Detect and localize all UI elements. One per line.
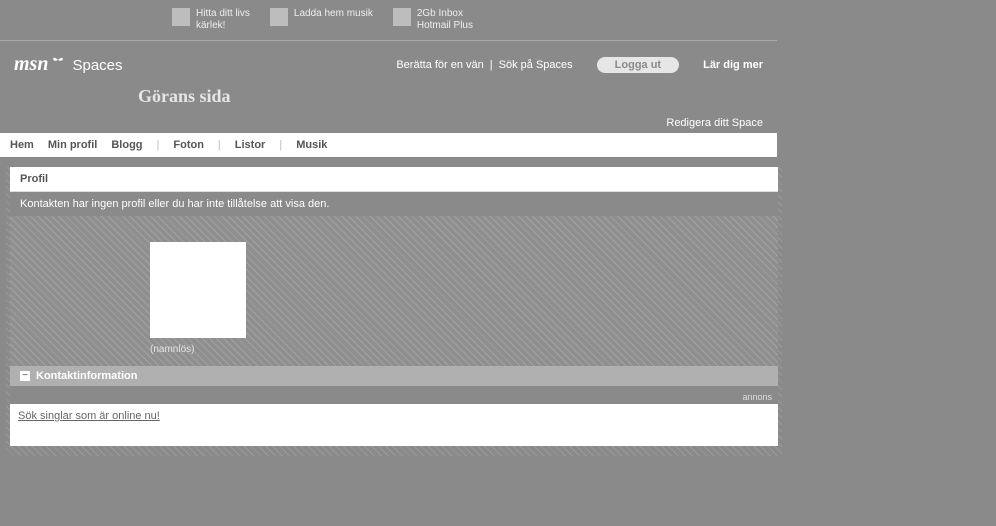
separator: | <box>490 59 493 71</box>
learn-more-link[interactable]: Lär dig mer <box>703 59 763 71</box>
profile-panel: Profil Kontakten har ingen profil eller … <box>10 167 778 366</box>
search-spaces-link[interactable]: Sök på Spaces <box>499 59 573 71</box>
promo-text: 2Gb Inbox <box>417 8 463 19</box>
edit-space-row: Redigera ditt Space <box>0 113 777 133</box>
contact-info-title: Kontaktinformation <box>36 370 137 382</box>
nav-profile[interactable]: Min profil <box>48 139 98 151</box>
ad-link[interactable]: Sök singlar som är online nu! <box>18 410 160 422</box>
nav-separator: | <box>218 139 221 151</box>
promo-bar: Hitta ditt livs kärlek! Ladda hem musik … <box>0 0 777 41</box>
music-icon <box>270 8 288 26</box>
profile-body: (namnlös) <box>10 216 778 366</box>
logo-msn: msn <box>14 53 48 76</box>
content-area: Profil Kontakten har ingen profil eller … <box>6 167 782 456</box>
nav-photos[interactable]: Foton <box>173 139 204 151</box>
navbar: Hem Min profil Blogg | Foton | Listor | … <box>0 133 777 157</box>
butterfly-icon <box>52 50 64 62</box>
nav-home[interactable]: Hem <box>10 139 34 151</box>
profile-panel-message: Kontakten har ingen profil eller du har … <box>10 192 778 216</box>
profile-panel-title: Profil <box>10 167 778 192</box>
promo-text: Hotmail Plus <box>417 20 473 31</box>
promo-text: Hitta ditt livs <box>196 8 250 19</box>
nav-music[interactable]: Musik <box>296 139 327 151</box>
ad-box: Sök singlar som är online nu! <box>10 404 778 446</box>
space-title: Görans sida <box>0 86 777 113</box>
logo-spaces: Spaces <box>72 57 122 74</box>
logo[interactable]: msn Spaces <box>14 53 123 76</box>
nav-blog[interactable]: Blogg <box>111 139 142 151</box>
promo-text: Ladda hem musik <box>294 8 373 19</box>
heart-icon <box>172 8 190 26</box>
logout-button[interactable]: Logga ut <box>597 57 679 73</box>
nav-separator: | <box>279 139 282 151</box>
avatar <box>150 242 246 338</box>
edit-space-link[interactable]: Redigera ditt Space <box>666 117 763 129</box>
promo-item[interactable]: 2Gb Inbox Hotmail Plus <box>393 8 473 32</box>
collapse-icon[interactable]: − <box>20 371 30 381</box>
contact-info-header[interactable]: − Kontaktinformation <box>10 366 778 386</box>
promo-text: kärlek! <box>196 20 225 31</box>
promo-item[interactable]: Hitta ditt livs kärlek! <box>172 8 250 32</box>
promo-item[interactable]: Ladda hem musik <box>270 8 373 32</box>
mail-icon <box>393 8 411 26</box>
ad-label: annons <box>10 386 778 404</box>
avatar-caption: (namnlös) <box>150 344 768 355</box>
tell-friend-link[interactable]: Berätta för en vän <box>396 59 483 71</box>
header: msn Spaces Berätta för en vän | Sök på S… <box>0 41 777 86</box>
header-links: Berätta för en vän | Sök på Spaces Logga… <box>396 57 763 73</box>
nav-separator: | <box>157 139 160 151</box>
nav-lists[interactable]: Listor <box>235 139 266 151</box>
